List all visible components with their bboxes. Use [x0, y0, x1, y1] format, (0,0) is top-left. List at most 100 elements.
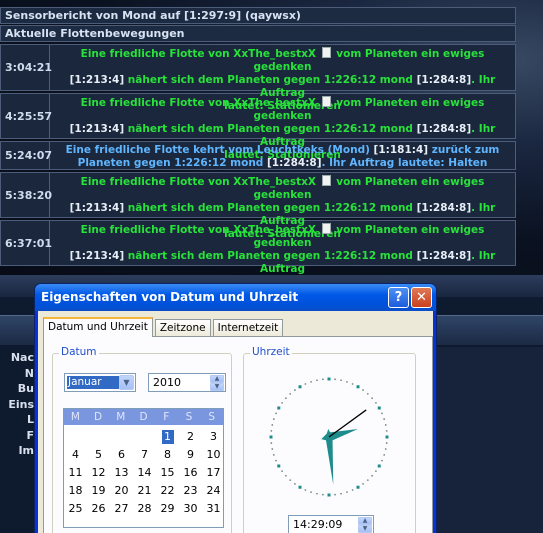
calendar-day[interactable]: 5	[87, 446, 110, 464]
coordinate-link[interactable]: [1:284:8]	[267, 157, 322, 169]
clock-hour-mark	[298, 385, 302, 389]
help-button[interactable]: ?	[388, 287, 409, 308]
coordinate-link[interactable]: [1:284:8]	[417, 123, 472, 135]
event-message: Eine friedliche Flotte kehrt vom Leuchtk…	[50, 142, 515, 169]
calendar-day[interactable]: 19	[87, 482, 110, 500]
clock-minute-mark	[383, 454, 386, 456]
calendar-empty-cell	[110, 428, 133, 446]
document-icon[interactable]	[321, 175, 331, 186]
clock-minute-mark	[294, 389, 296, 391]
clock-minute-mark	[366, 479, 369, 482]
clock-minute-mark	[272, 418, 275, 420]
close-button[interactable]: ✕	[411, 287, 432, 308]
event-message: Eine friedliche Flotte von XxThe_bestxX …	[50, 94, 515, 161]
calendar-day[interactable]: 30	[179, 500, 202, 518]
document-icon[interactable]	[321, 96, 331, 107]
calendar-day[interactable]: 28	[133, 500, 156, 518]
spin-down-icon[interactable]: ▼	[358, 525, 372, 533]
event-text: Eine friedliche Flotte kehrt vom Leuchtk…	[65, 144, 374, 156]
clock-hour-mark	[277, 406, 281, 410]
calendar-day[interactable]: 4	[64, 446, 87, 464]
event-message-line: Eine friedliche Flotte von XxThe_bestxX …	[53, 47, 512, 74]
calendar-day[interactable]: 8	[156, 446, 179, 464]
calendar-day[interactable]: 7	[133, 446, 156, 464]
clock-hour-mark	[377, 406, 381, 410]
calendar-day[interactable]: 18	[64, 482, 87, 500]
document-icon[interactable]	[321, 223, 331, 234]
coordinate-link[interactable]: [1:181:4]	[374, 144, 429, 156]
coordinate-link[interactable]: [1:213:4]	[70, 123, 125, 135]
clock-minute-mark	[271, 448, 274, 450]
year-spinner[interactable]: 2010 ▲ ▼	[148, 373, 226, 392]
calendar-day[interactable]: 23	[179, 482, 202, 500]
clock-minute-mark	[270, 430, 273, 432]
calendar-day[interactable]: 31	[202, 500, 225, 518]
calendar-day[interactable]: 6	[110, 446, 133, 464]
calendar-day[interactable]: 12	[87, 464, 110, 482]
section-title: Aktuelle Flottenbewegungen	[0, 25, 516, 42]
calendar-day[interactable]: 16	[179, 464, 202, 482]
calendar-day[interactable]: 14	[133, 464, 156, 482]
time-spinner[interactable]: 14:29:09 ▲ ▼	[288, 515, 374, 533]
event-time: 3:04:21	[1, 45, 52, 90]
clock-minute-mark	[271, 424, 274, 426]
event-message: Eine friedliche Flotte von XxThe_bestxX …	[50, 45, 515, 112]
clock-minute-mark	[316, 379, 318, 382]
dialog-titlebar[interactable]: Eigenschaften von Datum und Uhrzeit ? ✕	[35, 284, 436, 311]
calendar-day[interactable]: 27	[110, 500, 133, 518]
report-title: Sensorbericht von Mond auf [1:297:9] (qa…	[0, 7, 516, 24]
calendar-day[interactable]: 3	[202, 428, 225, 446]
clock-minute-mark	[322, 493, 324, 496]
calendar-day[interactable]: 1	[161, 430, 174, 444]
analog-clock	[269, 377, 389, 497]
clock-minute-mark	[362, 389, 364, 391]
spin-up-icon[interactable]: ▲	[358, 517, 372, 525]
fleet-event-row: 3:04:21 Eine friedliche Flotte von XxThe_…	[0, 44, 516, 112]
coordinate-link[interactable]: [1:284:8]	[417, 202, 472, 214]
tab-time-zone[interactable]: Zeitzone	[154, 319, 211, 337]
event-text: Eine friedliche Flotte von XxThe_bestxX	[80, 224, 320, 236]
calendar-day[interactable]: 9	[179, 446, 202, 464]
clock-hour-mark	[356, 385, 360, 389]
calendar-day[interactable]: 11	[64, 464, 87, 482]
calendar-day[interactable]: 24	[202, 482, 225, 500]
time-value: 14:29:09	[293, 518, 343, 531]
calendar-day[interactable]: 17	[202, 464, 225, 482]
clock-minute-mark	[375, 470, 377, 472]
clock-minute-mark	[383, 418, 386, 420]
calendar-day[interactable]: 22	[156, 482, 179, 500]
dialog-body: Datum und Uhrzeit Zeitzone Internetzeit …	[38, 311, 433, 533]
coordinate-link[interactable]: [1:284:8]	[417, 250, 472, 262]
clock-minute-mark	[334, 493, 336, 496]
spin-down-icon[interactable]: ▼	[210, 383, 224, 391]
calendar-day[interactable]: 2	[179, 428, 202, 446]
chevron-down-icon[interactable]: ▼	[119, 375, 134, 390]
calendar: MDMDFSS 1 2 3 4 5 6 7 8 9 10 11 12 13 14 15 16 17 18 19 20 2…	[63, 408, 224, 528]
coordinate-link[interactable]: [1:213:4]	[70, 202, 125, 214]
month-select[interactable]: Januar ▼	[64, 373, 136, 392]
tab-date-time[interactable]: Datum und Uhrzeit	[43, 317, 153, 337]
calendar-day[interactable]: 21	[133, 482, 156, 500]
month-value: Januar	[67, 376, 119, 389]
event-message-line: Eine friedliche Flotte von XxThe_bestxX …	[53, 223, 512, 250]
clock-hour-mark	[269, 435, 273, 439]
time-group-title: Uhrzeit	[250, 346, 292, 358]
calendar-day[interactable]: 29	[156, 500, 179, 518]
calendar-day[interactable]: 15	[156, 464, 179, 482]
coordinate-link[interactable]: [1:284:8]	[417, 74, 472, 86]
clock-minute-mark	[289, 392, 292, 395]
event-message-line: Planeten gegen 1:226:12 mond [1:284:8]. …	[53, 157, 512, 170]
document-icon[interactable]	[321, 47, 331, 58]
calendar-day[interactable]: 13	[110, 464, 133, 482]
year-value: 2010	[153, 376, 181, 389]
calendar-day[interactable]: 26	[87, 500, 110, 518]
clock-minute-mark	[294, 483, 296, 485]
spin-up-icon[interactable]: ▲	[210, 375, 224, 383]
tab-internet-time[interactable]: Internetzeit	[212, 319, 284, 337]
calendar-day[interactable]: 10	[202, 446, 225, 464]
coordinate-link[interactable]: [1:213:4]	[70, 250, 125, 262]
calendar-day[interactable]: 25	[64, 500, 87, 518]
calendar-day[interactable]: 20	[110, 482, 133, 500]
coordinate-link[interactable]: [1:213:4]	[70, 74, 125, 86]
side-label: L	[26, 413, 34, 426]
